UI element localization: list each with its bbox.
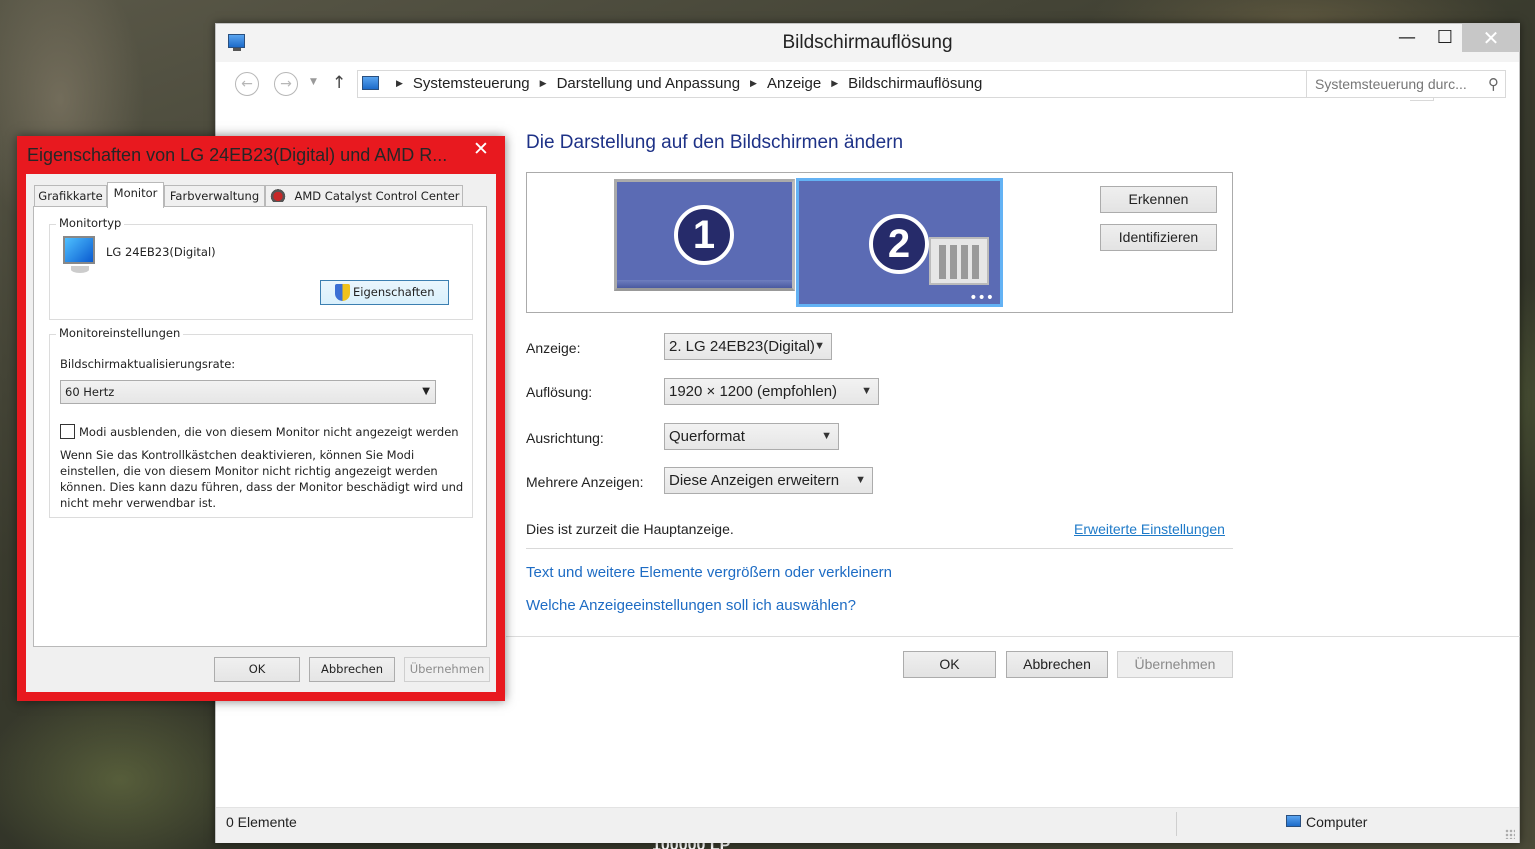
- refresh-rate-select[interactable]: 60 Hertz ▼: [60, 380, 436, 404]
- resolution-select[interactable]: 1920 × 1200 (empfohlen) ▼: [664, 378, 879, 405]
- multiple-displays-label: Mehrere Anzeigen:: [526, 474, 644, 490]
- status-bar: 0 Elemente Computer: [216, 807, 1519, 843]
- monitor-1-tile[interactable]: 1: [614, 179, 795, 291]
- location-label: Computer: [1306, 814, 1368, 830]
- monitor-properties-dialog: Eigenschaften von LG 24EB23(Digital) und…: [17, 136, 505, 701]
- search-box[interactable]: ⚲: [1306, 70, 1506, 98]
- chevron-down-icon: ▼: [855, 474, 866, 486]
- orientation-label: Ausrichtung:: [526, 430, 604, 446]
- back-arrow-icon[interactable]: ←: [235, 72, 259, 96]
- search-input[interactable]: [1307, 71, 1482, 97]
- tab-amd-catalyst[interactable]: AMD Catalyst Control Center: [265, 185, 463, 206]
- monitor-2-tile[interactable]: 2 •••: [796, 178, 1003, 307]
- control-panel-icon: [362, 76, 379, 90]
- orientation-select[interactable]: Querformat ▼: [664, 423, 839, 450]
- monitor-number: 2: [869, 214, 929, 274]
- breadcrumb-item[interactable]: Systemsteuerung: [413, 75, 530, 92]
- search-icon[interactable]: ⚲: [1488, 75, 1499, 93]
- tab-color-management[interactable]: Farbverwaltung: [164, 185, 265, 206]
- breadcrumb[interactable]: ▶ Systemsteuerung ▶ Darstellung und Anpassu…: [357, 70, 1434, 101]
- divider: [1176, 812, 1177, 836]
- ok-button[interactable]: OK: [214, 657, 300, 682]
- monitor-settings-group: Monitoreinstellungen Bildschirmaktualisi…: [49, 326, 473, 518]
- dialog-body: Grafikkarte Monitor Farbverwaltung AMD C…: [26, 174, 496, 692]
- main-display-status: Dies ist zurzeit die Hauptanzeige.: [526, 521, 734, 537]
- display-label: Anzeige:: [526, 340, 581, 356]
- monitor-icon: [63, 236, 95, 273]
- hide-modes-label[interactable]: Modi ausblenden, die von diesem Monitor …: [79, 425, 459, 439]
- recent-locations-chevron-icon[interactable]: ▼: [310, 77, 317, 87]
- monitor-number: 1: [674, 205, 734, 265]
- chevron-down-icon: ▼: [861, 385, 872, 397]
- keypad-icon: [929, 237, 989, 285]
- display-select-value: 2. LG 24EB23(Digital): [669, 338, 815, 355]
- dialog-title[interactable]: Eigenschaften von LG 24EB23(Digital) und…: [27, 145, 457, 166]
- window-title: Bildschirmauflösung: [782, 32, 953, 53]
- properties-button[interactable]: Eigenschaften: [320, 280, 449, 305]
- detect-button[interactable]: Erkennen: [1100, 186, 1217, 213]
- cancel-button[interactable]: Abbrechen: [309, 657, 395, 682]
- chevron-right-icon[interactable]: ▶: [540, 78, 547, 88]
- apply-button[interactable]: Übernehmen: [404, 657, 490, 682]
- page-title: Die Darstellung auf den Bildschirmen änd…: [526, 132, 904, 153]
- chevron-right-icon[interactable]: ▶: [396, 78, 403, 88]
- title-bar[interactable]: Bildschirmauflösung — ☐ ✕: [216, 24, 1520, 62]
- chevron-down-icon: ▼: [422, 386, 430, 397]
- resize-grip-icon[interactable]: [1505, 829, 1515, 839]
- group-legend: Monitortyp: [56, 216, 125, 230]
- hide-modes-checkbox[interactable]: [60, 424, 75, 439]
- multiple-displays-select-value: Diese Anzeigen erweitern: [669, 472, 840, 489]
- cancel-button[interactable]: Abbrechen: [1006, 651, 1108, 678]
- close-button[interactable]: ✕: [458, 136, 504, 162]
- computer-icon: [1286, 815, 1301, 827]
- breadcrumb-items: ▶ Systemsteuerung ▶ Darstellung und Anpassu…: [386, 75, 982, 92]
- which-settings-link[interactable]: Welche Anzeigeeinstellungen soll ich aus…: [526, 597, 856, 614]
- resolution-select-value: 1920 × 1200 (empfohlen): [669, 383, 838, 400]
- advanced-settings-link[interactable]: Erweiterte Einstellungen: [1074, 521, 1225, 537]
- chevron-right-icon[interactable]: ▶: [750, 78, 757, 88]
- group-legend: Monitoreinstellungen: [56, 326, 184, 340]
- resolution-label: Auflösung:: [526, 384, 593, 400]
- monitor-name: LG 24EB23(Digital): [106, 245, 216, 259]
- orientation-select-value: Querformat: [669, 428, 745, 445]
- display-select[interactable]: 2. LG 24EB23(Digital) ▼: [664, 333, 832, 360]
- monitor-type-group: Monitortyp LG 24EB23(Digital) Eigenschaf…: [49, 216, 473, 320]
- properties-button-label: Eigenschaften: [353, 285, 435, 299]
- shield-icon: [335, 284, 350, 301]
- chevron-right-icon[interactable]: ▶: [831, 78, 838, 88]
- multiple-displays-select[interactable]: Diese Anzeigen erweitern ▼: [664, 467, 873, 494]
- text-size-link[interactable]: Text und weitere Elemente vergrößern ode…: [526, 564, 892, 581]
- item-count: 0 Elemente: [226, 814, 297, 830]
- identify-button[interactable]: Identifizieren: [1100, 224, 1217, 251]
- more-dots-icon: •••: [969, 290, 994, 306]
- ok-button[interactable]: OK: [903, 651, 996, 678]
- breadcrumb-item[interactable]: Bildschirmauflösung: [848, 75, 982, 92]
- tab-graphics-card[interactable]: Grafikkarte: [34, 185, 107, 206]
- refresh-rate-value: 60 Hertz: [65, 385, 115, 399]
- tab-label: AMD Catalyst Control Center: [294, 189, 460, 203]
- close-button[interactable]: ✕: [1462, 24, 1520, 52]
- forward-arrow-icon[interactable]: →: [274, 72, 298, 96]
- tab-monitor[interactable]: Monitor: [107, 182, 164, 208]
- address-row: ← → ▼ ↑ ▶ Systemsteuerung ▶ Darstellung und…: [216, 68, 1519, 101]
- amd-catalyst-icon: [268, 188, 289, 202]
- chevron-down-icon: ▼: [821, 430, 832, 442]
- divider: [506, 636, 1520, 637]
- monitor-tab-panel: Monitortyp LG 24EB23(Digital) Eigenschaf…: [33, 206, 487, 647]
- refresh-rate-label: Bildschirmaktualisierungsrate:: [60, 357, 236, 371]
- apply-button[interactable]: Übernehmen: [1117, 651, 1233, 678]
- chevron-down-icon: ▼: [814, 340, 825, 352]
- hide-modes-description: Wenn Sie das Kontrollkästchen deaktivier…: [60, 448, 464, 510]
- divider: [526, 548, 1233, 549]
- breadcrumb-item[interactable]: Darstellung und Anpassung: [557, 75, 740, 92]
- breadcrumb-item[interactable]: Anzeige: [767, 75, 821, 92]
- up-arrow-icon[interactable]: ↑: [332, 73, 346, 93]
